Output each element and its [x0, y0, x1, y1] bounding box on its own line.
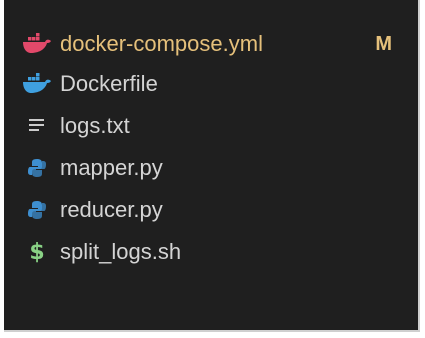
file-item-logs[interactable]: logs.txt	[22, 106, 414, 146]
file-item-dockerfile[interactable]: Dockerfile	[22, 64, 414, 104]
file-item-reducer[interactable]: reducer.py	[22, 190, 414, 230]
shell-dollar-icon: $	[29, 239, 45, 265]
file-label: logs.txt	[60, 113, 130, 138]
docker-icon	[22, 31, 52, 57]
file-explorer-panel: docker-compose.yml M Dockerfile logs.txt…	[4, 0, 420, 332]
text-lines-icon	[22, 113, 52, 139]
python-icon	[22, 155, 52, 181]
file-item-mapper[interactable]: mapper.py	[22, 148, 414, 188]
file-label: mapper.py	[60, 155, 163, 180]
file-label: docker-compose.yml	[60, 31, 263, 56]
file-label: split_logs.sh	[60, 239, 182, 264]
file-item-docker-compose[interactable]: docker-compose.yml M	[22, 24, 414, 64]
python-icon	[22, 197, 52, 223]
file-label: reducer.py	[60, 197, 163, 222]
docker-icon	[22, 71, 52, 97]
file-item-split-logs[interactable]: $ split_logs.sh	[22, 232, 414, 272]
modified-badge: M	[375, 32, 392, 55]
file-label: Dockerfile	[60, 71, 158, 96]
